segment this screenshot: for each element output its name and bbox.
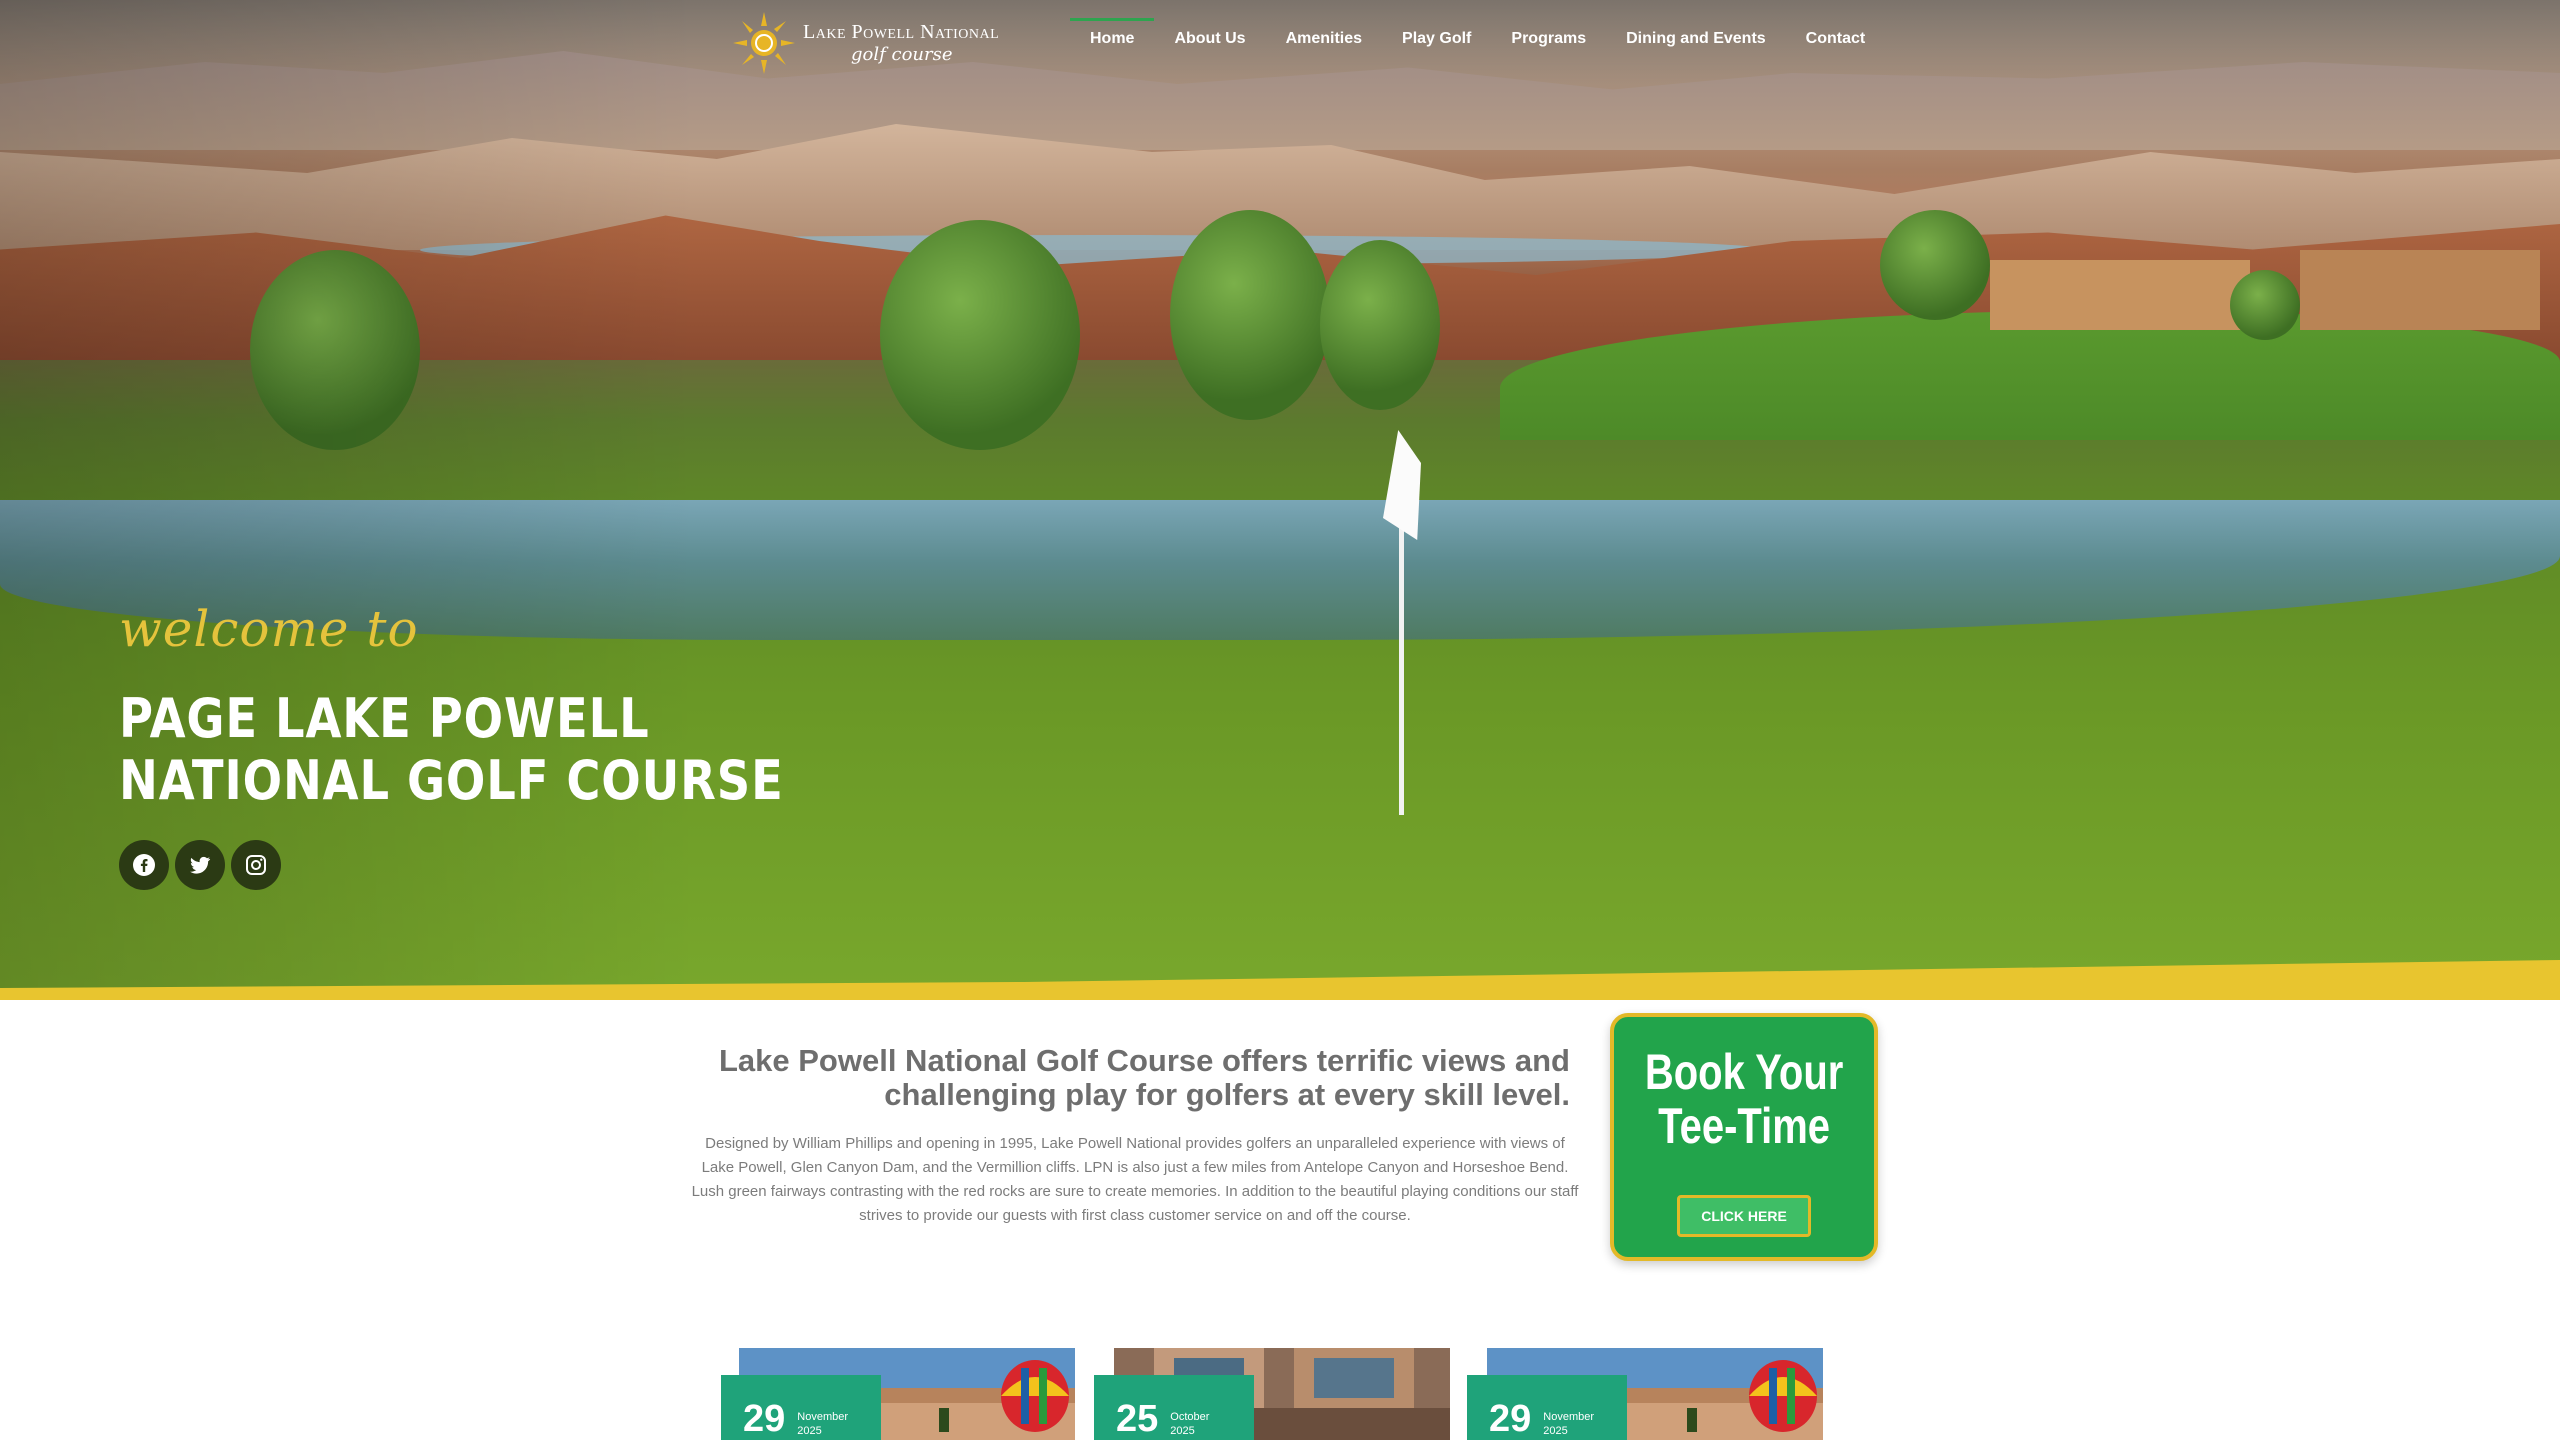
book-title-line-1: Book Your — [1644, 1044, 1844, 1100]
site-logo[interactable]: Lake Powell National golf course — [733, 12, 999, 74]
event-month: October — [1170, 1411, 1210, 1423]
book-tee-time-button[interactable]: CLICK HERE — [1677, 1195, 1811, 1237]
event-date: 25 October 2025 — [1094, 1375, 1254, 1440]
hero-title-line-2: NATIONAL GOLF COURSE — [119, 749, 784, 812]
intro-heading: Lake Powell National Golf Course offers … — [718, 1043, 1570, 1112]
social-links — [119, 840, 281, 890]
main-nav: Home About Us Amenities Play Golf Progra… — [1070, 18, 1886, 56]
event-year: 2025 — [1170, 1425, 1195, 1437]
event-date: 29 November 2025 — [1467, 1375, 1627, 1440]
event-day: 25 — [1116, 1398, 1159, 1440]
book-tee-time-card: Book Your Tee-Time CLICK HERE — [1610, 1013, 1878, 1261]
event-date: 29 November 2025 — [721, 1375, 881, 1440]
sun-icon — [733, 12, 795, 74]
nav-dining-events[interactable]: Dining and Events — [1606, 22, 1786, 56]
nav-play-golf[interactable]: Play Golf — [1382, 22, 1491, 56]
nav-about-us[interactable]: About Us — [1154, 22, 1265, 56]
logo-title: Lake Powell National — [803, 21, 1000, 43]
logo-subtitle: golf course — [851, 44, 953, 65]
nav-contact[interactable]: Contact — [1786, 22, 1886, 56]
hero-banner — [0, 0, 2560, 988]
event-month: November — [797, 1411, 849, 1423]
nav-amenities[interactable]: Amenities — [1266, 22, 1382, 56]
hero-title-line-1: PAGE LAKE POWELL — [119, 687, 650, 750]
book-title-line-2: Tee-Time — [1658, 1098, 1830, 1154]
event-day: 29 — [1489, 1398, 1532, 1440]
intro-body: Designed by William Phillips and opening… — [691, 1135, 1579, 1224]
event-day: 29 — [743, 1398, 786, 1440]
hero-title: PAGE LAKE POWELL NATIONAL GOLF COURSE — [119, 688, 784, 812]
facebook-icon[interactable] — [119, 840, 169, 890]
instagram-icon[interactable] — [231, 840, 281, 890]
event-month: November — [1543, 1411, 1595, 1423]
event-year: 2025 — [1543, 1425, 1568, 1437]
nav-home[interactable]: Home — [1070, 18, 1155, 56]
event-year: 2025 — [797, 1425, 822, 1437]
twitter-icon[interactable] — [175, 840, 225, 890]
welcome-text: welcome to — [119, 600, 419, 658]
nav-programs[interactable]: Programs — [1491, 22, 1606, 56]
book-tee-time-title: Book Your Tee-Time — [1645, 1045, 1844, 1153]
